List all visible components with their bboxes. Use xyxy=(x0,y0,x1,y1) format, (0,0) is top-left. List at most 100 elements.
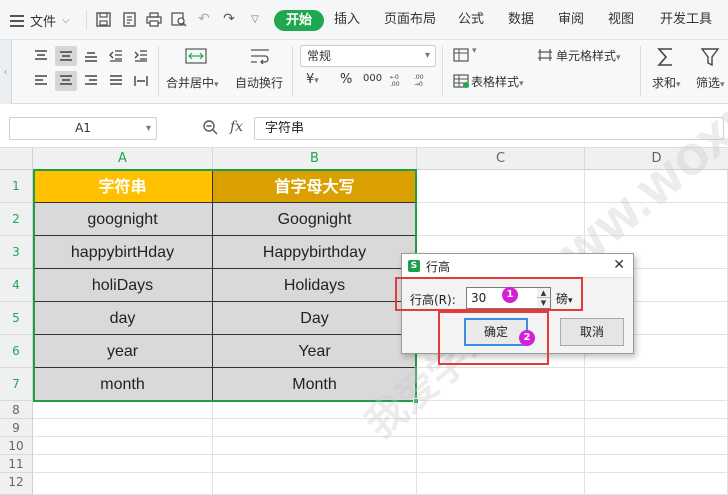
table-cell-a5[interactable]: day xyxy=(33,302,213,335)
column-header-c[interactable]: C xyxy=(417,148,585,170)
svg-text:.00: .00 xyxy=(414,74,424,81)
row-header-1[interactable]: 1 xyxy=(0,170,33,203)
row-header-11[interactable]: 11 xyxy=(0,455,33,473)
wps-logo-icon: S xyxy=(408,260,420,272)
row-header-4[interactable]: 4 xyxy=(0,269,33,302)
chevron-down-icon[interactable]: ▾ xyxy=(472,46,477,56)
formula-bar: A1 ▾ fx 字符串 xyxy=(0,104,728,148)
cancel-button[interactable]: 取消 xyxy=(560,318,624,346)
row-header-5[interactable]: 5 xyxy=(0,302,33,335)
svg-text:→0: →0 xyxy=(414,81,423,87)
align-center-icon[interactable] xyxy=(55,71,77,91)
align-bottom-icon[interactable] xyxy=(80,46,102,66)
number-format-select[interactable]: 常规 ▾ xyxy=(300,45,436,67)
wrap-text-icon[interactable] xyxy=(247,46,273,66)
row-header-3[interactable]: 3 xyxy=(0,236,33,269)
column-header-b[interactable]: B xyxy=(213,148,417,170)
header-cell-a1[interactable]: 字符串 xyxy=(33,170,213,203)
table-cell-b2[interactable]: Goognight xyxy=(213,203,417,236)
close-icon[interactable]: ✕ xyxy=(613,257,625,273)
table-cell-a3[interactable]: happybirtHday xyxy=(33,236,213,269)
align-top-icon[interactable] xyxy=(30,46,52,66)
file-menu[interactable]: 文件 ⌵ xyxy=(10,11,70,30)
select-all-corner[interactable] xyxy=(0,148,33,170)
table-cell-a7[interactable]: month xyxy=(33,368,213,401)
table-style-button[interactable]: 表格样式▾ xyxy=(471,73,524,90)
spin-up-icon[interactable]: ▲ xyxy=(537,288,550,298)
sum-icon[interactable] xyxy=(654,44,678,70)
header-cell-b1[interactable]: 首字母大写 xyxy=(213,170,417,203)
row-header-12[interactable]: 12 xyxy=(0,473,33,495)
filter-button[interactable]: 筛选▾ xyxy=(696,74,725,91)
row-header-6[interactable]: 6 xyxy=(0,335,33,368)
table-cell-b4[interactable]: Holidays xyxy=(213,269,417,302)
table-cell-b6[interactable]: Year xyxy=(213,335,417,368)
tab-review[interactable]: 审阅 xyxy=(558,9,584,31)
undo-icon[interactable]: ↶ xyxy=(195,10,213,28)
row-height-dialog: S 行高 ✕ 行高(R): 30 ▲ ▼ 磅▾ 确定 取消 xyxy=(401,253,634,354)
align-middle-icon[interactable] xyxy=(55,46,77,66)
column-header-d[interactable]: D xyxy=(585,148,728,170)
insert-function-icon[interactable]: fx xyxy=(230,119,243,135)
percent-format-button[interactable]: % xyxy=(340,72,352,87)
table-cell-b7[interactable]: Month xyxy=(213,368,417,401)
merge-center-icon[interactable] xyxy=(183,46,209,66)
wrap-text-button[interactable]: 自动换行 xyxy=(235,74,283,91)
merge-center-button[interactable]: 合并居中▾ xyxy=(166,74,219,91)
row-height-spinner[interactable]: ▲ ▼ xyxy=(537,287,551,309)
dialog-title-bar[interactable]: S 行高 ✕ xyxy=(402,254,633,278)
save-icon[interactable] xyxy=(94,10,112,28)
cell-style-button[interactable]: 单元格样式▾ xyxy=(556,47,621,64)
tab-page-layout[interactable]: 页面布局 xyxy=(384,9,436,31)
row-header-10[interactable]: 10 xyxy=(0,437,33,455)
fill-handle[interactable] xyxy=(413,398,419,404)
redo-icon[interactable]: ↷ xyxy=(220,10,238,28)
unit-select[interactable]: 磅▾ xyxy=(556,290,573,307)
export-pdf-icon[interactable] xyxy=(120,10,138,28)
increase-decimal-icon[interactable]: ←0.00 xyxy=(388,70,410,90)
print-icon[interactable] xyxy=(145,10,163,28)
filter-icon[interactable] xyxy=(698,44,722,70)
decrease-indent-icon[interactable] xyxy=(105,46,127,66)
tab-insert[interactable]: 插入 xyxy=(334,9,360,31)
sum-button[interactable]: 求和▾ xyxy=(652,74,681,91)
tab-view[interactable]: 视图 xyxy=(608,9,634,31)
file-menu-label: 文件 xyxy=(30,15,57,30)
table-cell-b5[interactable]: Day xyxy=(213,302,417,335)
quick-access-dropdown-icon[interactable]: ▽ xyxy=(246,10,264,28)
chevron-down-icon: ▾ xyxy=(145,123,151,134)
ok-button[interactable]: 确定 xyxy=(464,318,528,346)
table-cell-a4[interactable]: holiDays xyxy=(33,269,213,302)
name-box[interactable]: A1 ▾ xyxy=(9,117,157,140)
currency-format-button[interactable]: ¥▾ xyxy=(306,72,319,87)
tab-data[interactable]: 数据 xyxy=(508,9,534,31)
table-cell-a2[interactable]: goognight xyxy=(33,203,213,236)
tab-home[interactable]: 开始 xyxy=(274,10,325,31)
spin-down-icon[interactable]: ▼ xyxy=(537,298,550,308)
tab-developer[interactable]: 开发工具 xyxy=(660,9,712,31)
step-badge-2: 2 xyxy=(519,330,535,346)
row-header-2[interactable]: 2 xyxy=(0,203,33,236)
svg-text:←0: ←0 xyxy=(390,74,399,81)
row-header-7[interactable]: 7 xyxy=(0,368,33,401)
distributed-align-icon[interactable] xyxy=(130,71,152,91)
conditional-format-icon[interactable] xyxy=(450,45,472,65)
formula-input[interactable]: 字符串 xyxy=(254,117,724,140)
row-header-8[interactable]: 8 xyxy=(0,401,33,419)
cell-style-icon[interactable] xyxy=(534,45,556,65)
align-left-icon[interactable] xyxy=(30,71,52,91)
align-right-icon[interactable] xyxy=(80,71,102,91)
tab-formulas[interactable]: 公式 xyxy=(458,9,484,31)
table-cell-b3[interactable]: Happybirthday xyxy=(213,236,417,269)
justify-icon[interactable] xyxy=(105,71,127,91)
column-header-a[interactable]: A xyxy=(33,148,213,170)
print-preview-icon[interactable] xyxy=(170,10,188,28)
row-header-9[interactable]: 9 xyxy=(0,419,33,437)
decrease-decimal-icon[interactable]: .00 →0 xyxy=(412,70,434,90)
table-cell-a6[interactable]: year xyxy=(33,335,213,368)
table-style-icon[interactable] xyxy=(450,71,472,91)
thousands-separator-button[interactable]: 000 xyxy=(363,73,382,84)
zoom-icon[interactable] xyxy=(202,119,218,138)
ribbon-collapse-handle[interactable]: ‹ xyxy=(0,40,12,104)
increase-indent-icon[interactable] xyxy=(130,46,152,66)
